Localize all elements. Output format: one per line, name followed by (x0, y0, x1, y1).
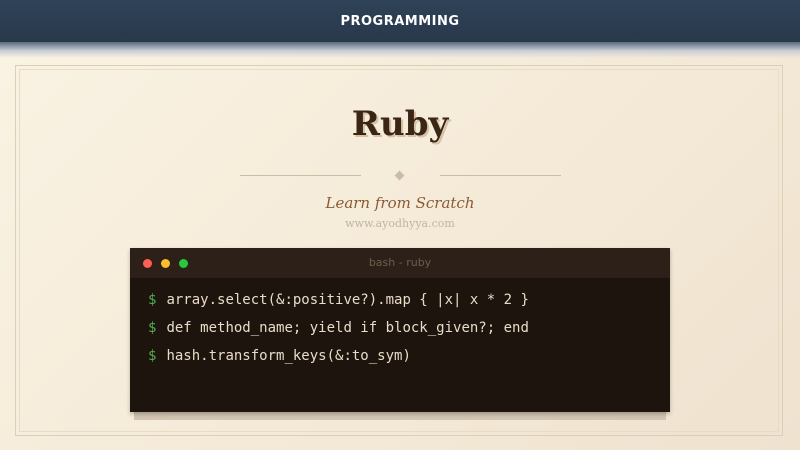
category-header: PROGRAMMING (0, 0, 800, 42)
terminal-line: $ hash.transform_keys(&:to_sym) (148, 348, 411, 364)
terminal-title-bar: bash - ruby (130, 248, 670, 278)
category-label: PROGRAMMING (340, 13, 460, 29)
terminal-line: $ array.select(&:positive?).map { |x| x *… (148, 292, 529, 308)
prompt-symbol: $ (148, 292, 157, 308)
terminal-command: def method_name; yield if block_given?; … (166, 320, 529, 336)
terminal-line: $ def method_name; yield if block_given?;… (148, 320, 529, 336)
prompt-symbol: $ (148, 320, 157, 336)
terminal-window: bash - ruby $ array.select(&:positive?).m… (130, 248, 670, 412)
divider-left (240, 175, 361, 176)
slide-title: Ruby (351, 104, 449, 144)
website-text: www.ayodhyya.com (345, 217, 455, 230)
divider-right (440, 175, 561, 176)
header-shadow (0, 42, 800, 58)
slide-subtitle: Learn from Scratch (325, 194, 475, 212)
terminal-command: hash.transform_keys(&:to_sym) (166, 348, 411, 364)
terminal-title: bash - ruby (368, 256, 432, 269)
terminal-command: array.select(&:positive?).map { |x| x * … (166, 292, 529, 308)
prompt-symbol: $ (148, 348, 157, 364)
